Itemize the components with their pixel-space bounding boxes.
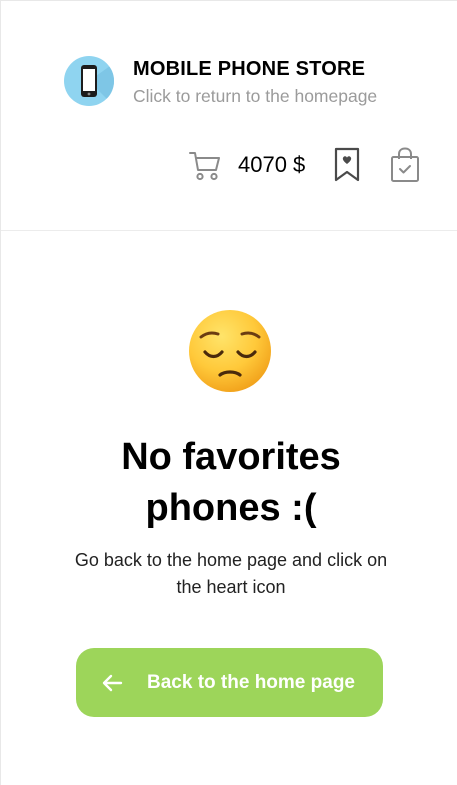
cart-icon [189, 152, 220, 181]
back-home-label: Back to the home page [147, 671, 355, 693]
header: MOBILE PHONE STORE Click to return to th… [1, 1, 457, 231]
bookmark-heart-icon[interactable] [333, 147, 361, 183]
back-home-button[interactable]: Back to the home page [76, 648, 383, 717]
favorites-page: MOBILE PHONE STORE Click to return to th… [0, 0, 457, 785]
store-title: MOBILE PHONE STORE [133, 58, 366, 80]
header-actions: 4070 $ [188, 146, 421, 184]
arrow-left-icon [102, 674, 123, 691]
home-link[interactable]: MOBILE PHONE STORE Click to return to th… [64, 56, 377, 107]
store-subtitle: Click to return to the homepage [133, 86, 378, 106]
empty-description: Go back to the home page and click on th… [74, 550, 388, 597]
cart-button[interactable]: 4070 $ [188, 148, 305, 182]
shopping-bag-check-icon[interactable] [389, 147, 421, 183]
cart-total: 4070 $ [238, 152, 306, 177]
empty-title: No favorites phones :( [121, 436, 341, 529]
pensive-face-emoji [189, 310, 271, 392]
phone-icon [64, 56, 114, 106]
brand-text: MOBILE PHONE STORE Click to return to th… [133, 56, 377, 107]
